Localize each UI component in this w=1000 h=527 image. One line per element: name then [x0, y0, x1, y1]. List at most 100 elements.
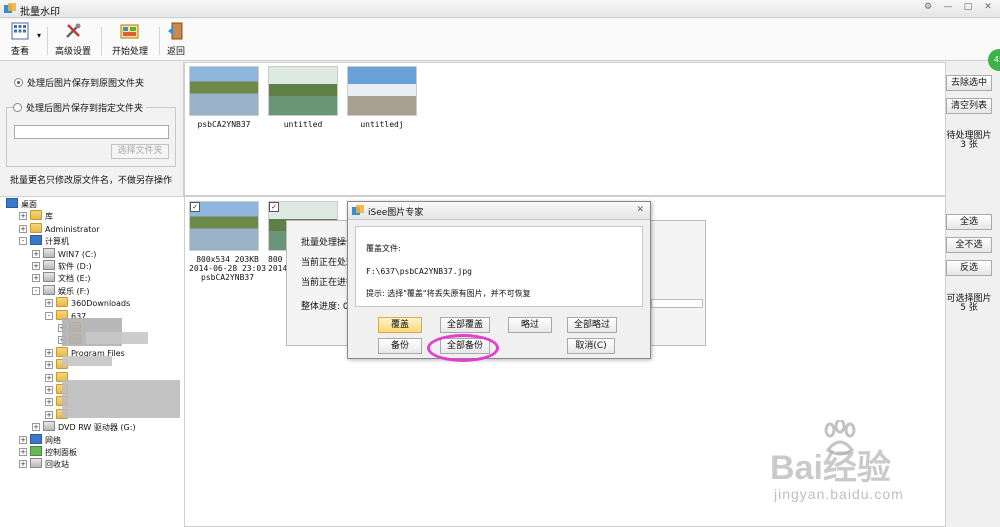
thumbnail-image — [268, 66, 338, 116]
tree-node[interactable]: + 回收站 — [19, 458, 69, 470]
tools-icon — [66, 23, 81, 38]
advanced-settings-button[interactable]: 高级设置 — [52, 22, 94, 60]
thumb-checkbox[interactable]: ✓ — [190, 202, 200, 212]
tree-node[interactable]: + 文档 (E:) — [32, 272, 91, 284]
toolbar-separator — [159, 27, 160, 55]
tree-expand-icon[interactable]: - — [32, 286, 40, 295]
skip-all-button[interactable]: 全部略过 — [567, 317, 617, 333]
specified-folder-group: 处理后图片保存到指定文件夹 选择文件夹 — [6, 101, 176, 167]
redacted-area — [86, 332, 148, 344]
thumbnail-image — [189, 66, 259, 116]
tree-expand-icon[interactable]: + — [45, 410, 53, 419]
tree-expand-icon[interactable]: + — [45, 361, 53, 370]
maximize-button[interactable]: □ — [962, 2, 974, 12]
tree-node-label: 文档 (E:) — [58, 274, 91, 284]
tree-node[interactable]: 桌面 — [6, 198, 37, 210]
tree-expand-icon[interactable]: + — [19, 224, 27, 233]
system-icon — [30, 235, 42, 246]
grid-view-icon — [11, 22, 29, 40]
dialog-close-icon[interactable]: ✕ — [636, 205, 644, 215]
view-dropdown-icon[interactable]: ▾ — [37, 31, 41, 40]
tree-expand-icon[interactable]: + — [45, 386, 53, 394]
thumbnail-image — [347, 66, 417, 116]
tree-expand-icon[interactable]: + — [19, 460, 27, 469]
close-button[interactable]: ✕ — [982, 2, 994, 12]
tree-node-label: 计算机 — [45, 237, 69, 247]
tree-node[interactable]: - 计算机 — [19, 235, 69, 247]
start-processing-button[interactable]: 开始处理 — [108, 22, 152, 60]
tree-node[interactable]: + 软件 (D:) — [32, 260, 92, 272]
overwrite-file-path: F:\637\psbCA2YNB37.jpg — [366, 267, 472, 276]
radio-indicator — [14, 78, 23, 87]
thumb-name: psbCA2YNB37 — [197, 120, 251, 129]
pending-thumb[interactable]: untitled — [268, 66, 338, 129]
tree-node[interactable]: + DVD RW 驱动器 (G:) — [32, 421, 136, 433]
drive-icon — [43, 421, 55, 432]
tree-node-label: 回收站 — [45, 460, 69, 470]
selectable-thumb[interactable]: ✓ 800x534 203KB 2014-06-28 23:03 psbCA2Y… — [189, 201, 266, 282]
save-same-folder-label: 处理后图片保存到原图文件夹 — [27, 79, 145, 89]
floating-badge[interactable]: 45 — [988, 49, 1000, 71]
pending-thumb[interactable]: untitledj — [347, 66, 417, 129]
backup-button[interactable]: 备份 — [378, 338, 422, 354]
progress-bar — [651, 299, 703, 308]
pending-count: 3 张 — [960, 140, 978, 150]
system-icon — [30, 433, 42, 444]
tree-node[interactable]: - 娱乐 (F:) — [32, 284, 89, 297]
tree-expand-icon[interactable]: + — [45, 348, 53, 357]
tree-expand-icon[interactable]: - — [19, 237, 27, 246]
system-icon — [30, 446, 42, 456]
tree-node[interactable]: + 控制面板 — [19, 446, 77, 458]
thumb-checkbox[interactable]: ✓ — [269, 202, 279, 212]
tree-expand-icon[interactable]: + — [19, 212, 27, 221]
tree-expand-icon[interactable]: + — [45, 299, 53, 308]
tree-expand-icon[interactable]: + — [19, 448, 27, 456]
select-folder-button[interactable]: 选择文件夹 — [111, 144, 169, 159]
tree-expand-icon[interactable]: + — [19, 435, 27, 444]
tree-expand-icon[interactable]: + — [32, 249, 40, 258]
folder-path-input[interactable] — [14, 125, 169, 139]
folder-icon — [30, 222, 42, 233]
overwrite-all-button[interactable]: 全部覆盖 — [440, 317, 490, 333]
skip-button[interactable]: 略过 — [508, 317, 552, 333]
settings-icon[interactable]: ⚙ — [922, 2, 934, 12]
tree-node[interactable]: + WIN7 (C:) — [32, 247, 96, 260]
tree-expand-icon[interactable]: + — [32, 274, 40, 283]
view-button[interactable]: 查看 — [6, 22, 34, 60]
invert-selection-button[interactable]: 反选 — [946, 260, 992, 276]
tree-node[interactable]: + 库 — [19, 210, 53, 222]
batch-images-icon — [120, 24, 139, 39]
back-button[interactable]: 返回 — [163, 22, 189, 60]
tree-expand-icon[interactable]: + — [32, 262, 40, 270]
toolbar-separator — [101, 27, 102, 55]
watermark-url: jingyan.baidu.com — [774, 486, 904, 502]
back-label: 返回 — [166, 47, 185, 57]
toolbar-separator — [47, 27, 48, 55]
tree-expand-icon[interactable]: + — [32, 423, 40, 432]
tree-expand-icon[interactable]: + — [45, 373, 53, 382]
overwrite-file-label: 覆盖文件: — [366, 244, 401, 253]
remove-selected-button[interactable]: 去除选中 — [946, 75, 992, 91]
overwrite-button[interactable]: 覆盖 — [378, 317, 422, 333]
clear-list-button[interactable]: 清空列表 — [946, 98, 992, 114]
tree-expand-icon[interactable]: + — [45, 398, 53, 407]
save-same-folder-radio[interactable]: 处理后图片保存到原图文件夹 — [14, 76, 144, 89]
window-title: 批量水印 — [20, 7, 60, 18]
select-none-button[interactable]: 全不选 — [946, 237, 992, 253]
cancel-button[interactable]: 取消(C) — [567, 338, 615, 354]
tree-node-label: DVD RW 驱动器 (G:) — [58, 423, 136, 433]
drive-icon — [43, 260, 55, 270]
tree-node-label: Administrator — [45, 224, 100, 234]
minimize-button[interactable]: — — [942, 2, 954, 12]
pending-thumb[interactable]: psbCA2YNB37 — [189, 66, 259, 129]
tree-expand-icon[interactable]: - — [45, 311, 53, 320]
tree-node[interactable]: +360Downloads — [45, 297, 130, 309]
folder-icon — [30, 210, 42, 221]
select-all-button[interactable]: 全选 — [946, 214, 992, 230]
progress-overall: 整体进度: 0 — [301, 302, 349, 312]
tree-node[interactable]: + Administrator — [19, 222, 100, 235]
thumb-size: 800x534 203KB — [196, 255, 259, 264]
tree-node[interactable]: + 网络 — [19, 433, 61, 446]
app-logo-icon — [352, 205, 364, 215]
save-specified-folder-radio[interactable]: 处理后图片保存到指定文件夹 — [13, 101, 147, 114]
